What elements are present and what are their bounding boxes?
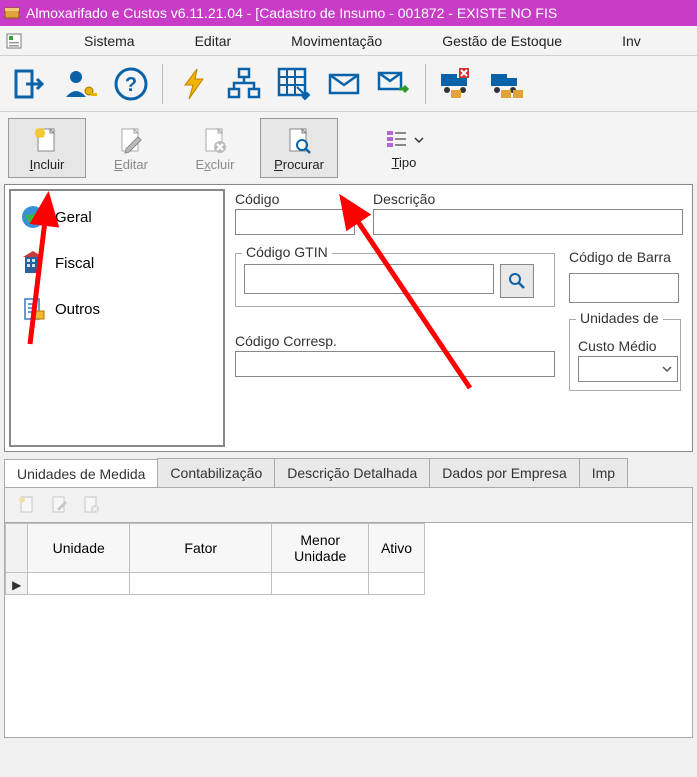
grid-delete-button[interactable] — [77, 492, 105, 518]
chevron-down-icon — [661, 363, 673, 375]
chevron-down-icon — [414, 135, 424, 145]
editar-label: ditar — [123, 157, 148, 172]
codigo-corresp-label: Código Corresp. — [235, 333, 555, 349]
tab-contabilizacao[interactable]: Contabilização — [157, 458, 275, 487]
toolbar-truck-box-icon[interactable] — [484, 61, 530, 107]
toolbar-separator — [425, 64, 426, 104]
cell-menor-unidade[interactable] — [272, 573, 369, 595]
unidades-de-legend: Unidades de — [576, 310, 663, 326]
search-icon — [507, 271, 527, 291]
editar-mnemonic: E — [114, 157, 123, 172]
menu-movimentacao[interactable]: Movimentação — [261, 33, 412, 49]
sidebar: Geral Fiscal Outros — [9, 189, 225, 447]
table-row[interactable]: ▶ — [6, 573, 425, 595]
descricao-input[interactable] — [373, 209, 683, 235]
incluir-button[interactable]: Incluir — [8, 118, 86, 178]
codigo-input[interactable] — [235, 209, 355, 235]
main-toolbar: ? — [0, 56, 697, 112]
col-unidade[interactable]: Unidade — [28, 524, 130, 573]
codigo-gtin-fieldset: Código GTIN — [235, 253, 555, 307]
sidebar-item-fiscal[interactable]: Fiscal — [17, 247, 217, 279]
toolbar-truck-cancel-icon[interactable] — [434, 61, 480, 107]
form-area: Código Descrição Código GTIN Código — [229, 185, 692, 451]
building-icon — [19, 249, 47, 277]
menu-inv[interactable]: Inv — [592, 33, 671, 49]
toolbar-grid-edit-icon[interactable] — [271, 61, 317, 107]
grid-edit-button[interactable] — [45, 492, 73, 518]
units-grid[interactable]: Unidade Fator Menor Unidade Ativo ▶ — [5, 523, 425, 595]
unidades-de-fieldset: Unidades de Custo Médio — [569, 319, 681, 391]
app-icon — [4, 5, 20, 21]
tab-dados-por-empresa[interactable]: Dados por Empresa — [429, 458, 580, 487]
grid-corner — [6, 524, 28, 573]
codigo-gtin-input[interactable] — [244, 264, 494, 294]
custo-medio-combo[interactable] — [578, 356, 678, 382]
toolbar-separator — [162, 64, 163, 104]
tipo-button[interactable]: Tipo — [370, 118, 438, 178]
mdi-child-icon[interactable] — [4, 31, 24, 51]
grid-wrap: Unidade Fator Menor Unidade Ativo ▶ — [4, 522, 693, 738]
grid-toolbar — [4, 488, 693, 522]
cell-fator[interactable] — [130, 573, 272, 595]
menu-bar: Sistema Editar Movimentação Gestão de Es… — [0, 26, 697, 56]
menu-gestao-estoque[interactable]: Gestão de Estoque — [412, 33, 592, 49]
tab-descricao-detalhada[interactable]: Descrição Detalhada — [274, 458, 430, 487]
svg-text:?: ? — [125, 74, 137, 96]
globe-icon — [19, 203, 47, 231]
action-toolbar: Incluir Editar Excluir Procurar Tipo — [0, 112, 697, 182]
sidebar-label-fiscal: Fiscal — [55, 255, 94, 272]
editar-button[interactable]: Editar — [92, 118, 170, 178]
sidebar-item-outros[interactable]: Outros — [17, 293, 217, 325]
document-icon — [19, 295, 47, 323]
window-title: Almoxarifado e Custos v6.11.21.04 - [Cad… — [26, 5, 557, 21]
procurar-button[interactable]: Procurar — [260, 118, 338, 178]
sidebar-label-geral: Geral — [55, 209, 92, 226]
menu-sistema[interactable]: Sistema — [54, 33, 165, 49]
sidebar-label-outros: Outros — [55, 301, 100, 318]
sidebar-item-geral[interactable]: Geral — [17, 201, 217, 233]
cell-unidade[interactable] — [28, 573, 130, 595]
toolbar-user-key-icon[interactable] — [58, 61, 104, 107]
toolbar-mail-forward-icon[interactable] — [371, 61, 417, 107]
col-menor-unidade[interactable]: Menor Unidade — [272, 524, 369, 573]
col-fator[interactable]: Fator — [130, 524, 272, 573]
custo-medio-label: Custo Médio — [578, 338, 672, 354]
body-area: Geral Fiscal Outros Código Descrição — [4, 184, 693, 452]
procurar-mnemonic: P — [274, 157, 283, 172]
tab-unidades-medida[interactable]: Unidades de Medida — [4, 459, 158, 488]
toolbar-mail-icon[interactable] — [321, 61, 367, 107]
tab-imp[interactable]: Imp — [579, 458, 628, 487]
tipo-mnemonic: T — [392, 155, 399, 170]
title-bar: Almoxarifado e Custos v6.11.21.04 - [Cad… — [0, 0, 697, 26]
codigo-label: Código — [235, 191, 355, 207]
excluir-label-post: cluir — [211, 157, 235, 172]
incluir-label: ncluir — [33, 157, 64, 172]
codigo-gtin-legend: Código GTIN — [242, 244, 332, 260]
codigo-barra-input[interactable] — [569, 273, 679, 303]
codigo-corresp-input[interactable] — [235, 351, 555, 377]
menu-editar[interactable]: Editar — [165, 33, 262, 49]
toolbar-flash-icon[interactable] — [171, 61, 217, 107]
toolbar-exit-icon[interactable] — [8, 61, 54, 107]
excluir-button[interactable]: Excluir — [176, 118, 254, 178]
gtin-search-button[interactable] — [500, 264, 534, 298]
toolbar-help-icon[interactable]: ? — [108, 61, 154, 107]
codigo-barra-label: Código de Barra — [569, 249, 679, 265]
descricao-label: Descrição — [373, 191, 692, 207]
toolbar-org-icon[interactable] — [221, 61, 267, 107]
col-ativo[interactable]: Ativo — [369, 524, 425, 573]
grid-add-button[interactable] — [13, 492, 41, 518]
procurar-label: rocurar — [283, 157, 324, 172]
row-indicator-icon: ▶ — [12, 578, 21, 592]
excluir-label-pre: E — [195, 157, 204, 172]
cell-ativo[interactable] — [369, 573, 425, 595]
tab-strip: Unidades de Medida Contabilização Descri… — [4, 456, 693, 488]
tipo-label: ipo — [399, 155, 416, 170]
